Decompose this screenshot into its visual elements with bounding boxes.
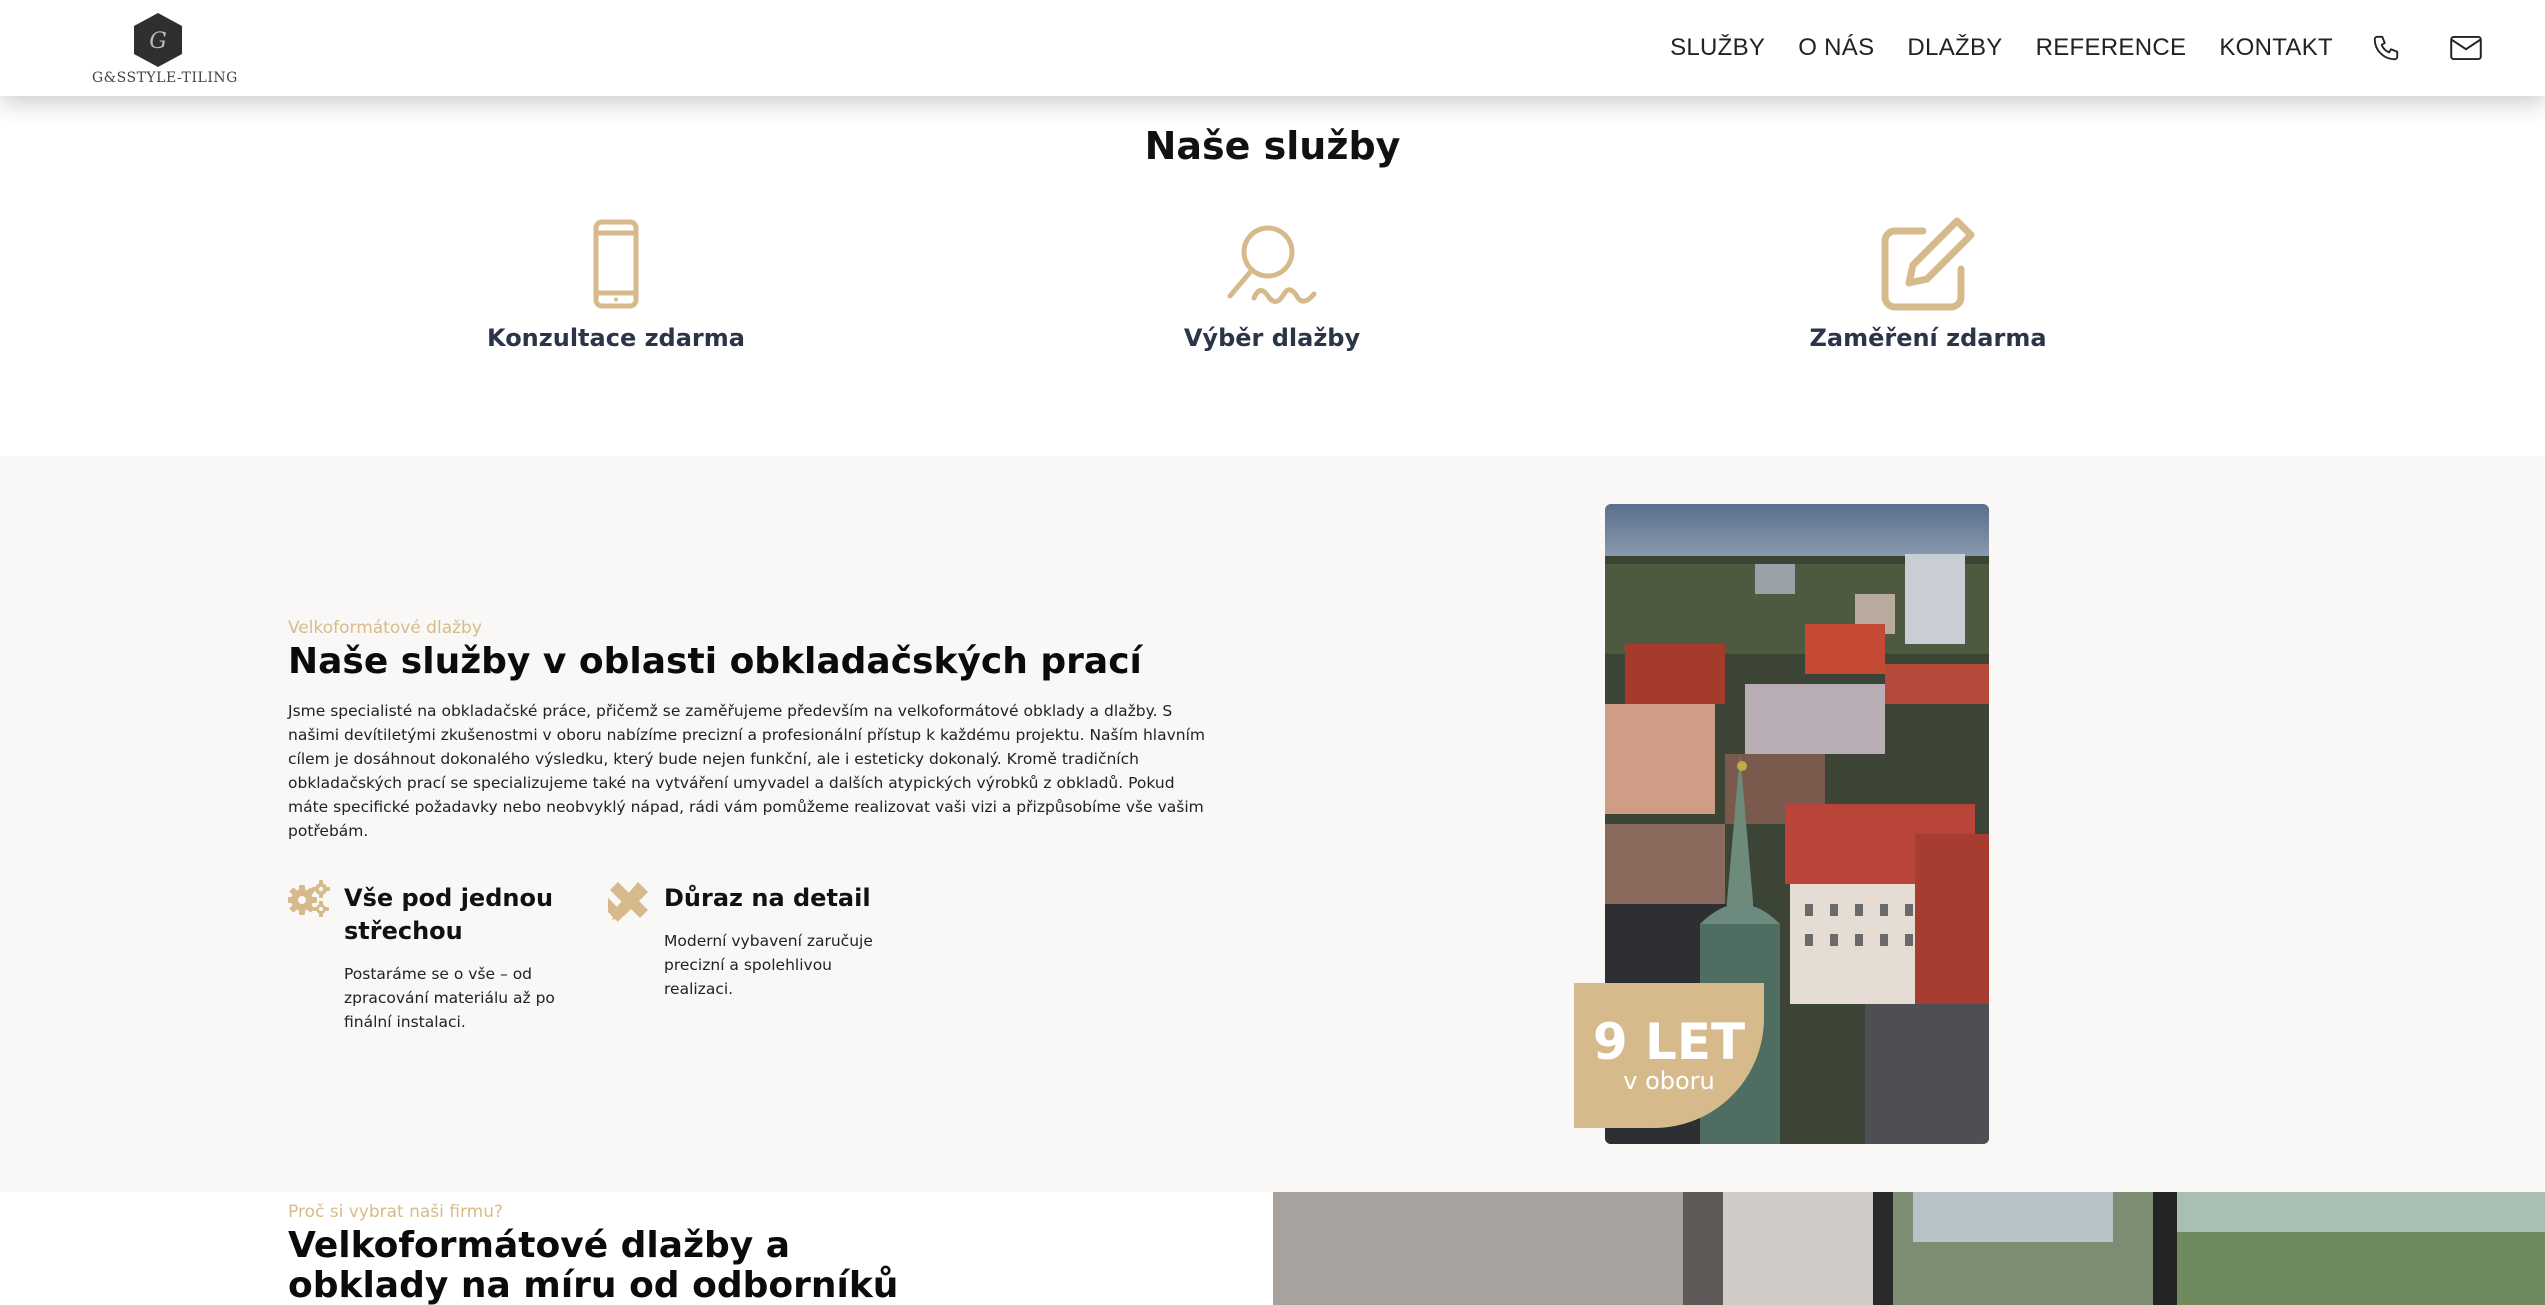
phone-icon[interactable] bbox=[2369, 31, 2403, 65]
gears-icon bbox=[287, 880, 330, 922]
badge-number: 9 LET bbox=[1592, 1013, 1746, 1071]
svg-text:G: G bbox=[149, 29, 167, 54]
feature-text: Moderní vybavení zaručuje precizní a spo… bbox=[664, 932, 873, 998]
service-vyber: Výběr dlažby bbox=[1072, 214, 1472, 352]
pencil-ruler-icon bbox=[592, 880, 650, 922]
why-title: Velkoformátové dlažby a obklady na míru … bbox=[288, 1225, 899, 1305]
feature-text: Postaráme se o vše – od zpracování mater… bbox=[344, 965, 555, 1031]
nav-item-reference[interactable]: REFERENCE bbox=[2036, 34, 2187, 62]
why-eyebrow: Proč si vybrat naši firmu? bbox=[288, 1202, 504, 1222]
about-eyebrow: Velkoformátové dlažby bbox=[288, 618, 482, 638]
service-label: Konzultace zdarma bbox=[487, 324, 745, 352]
smartphone-icon bbox=[416, 214, 816, 314]
service-konzultace: Konzultace zdarma bbox=[416, 214, 816, 352]
about-text: Jsme specialisté na obkladačské práce, p… bbox=[288, 702, 1205, 840]
interior-photo bbox=[1273, 1192, 2545, 1305]
nav-item-o-nas[interactable]: O NÁS bbox=[1798, 34, 1874, 62]
feature-title: Důraz na detail bbox=[664, 884, 871, 912]
feature-title: Vše pod jednou střechou bbox=[344, 884, 554, 945]
nav-item-kontakt[interactable]: KONTAKT bbox=[2219, 34, 2333, 62]
service-label: Výběr dlažby bbox=[1183, 324, 1361, 352]
service-label: Zaměření zdarma bbox=[1809, 324, 2047, 352]
nav-item-sluzby[interactable]: SLUŽBY bbox=[1670, 34, 1765, 62]
main-nav: SLUŽBY O NÁS DLAŽBY REFERENCE KONTAKT bbox=[1670, 0, 2545, 96]
logo-text: G&SSTYLE-TILING bbox=[92, 70, 238, 86]
about-title: Naše služby v oblasti obkladačských prac… bbox=[288, 641, 1142, 682]
mail-icon[interactable] bbox=[2449, 31, 2483, 65]
logo[interactable]: G G&SSTYLE-TILING bbox=[92, 12, 238, 88]
site-header: G G&SSTYLE-TILING SLUŽBY O NÁS DLAŽBY RE… bbox=[0, 0, 2545, 96]
nav-item-dlazby[interactable]: DLAŽBY bbox=[1907, 34, 2002, 62]
badge-subtitle: v oboru bbox=[1623, 1067, 1715, 1095]
service-zamereni: Zaměření zdarma bbox=[1728, 214, 2128, 352]
logo-mark-icon: G bbox=[134, 13, 182, 67]
services-title: Naše služby bbox=[1144, 124, 1401, 168]
search-icon bbox=[1072, 214, 1472, 314]
edit-icon bbox=[1728, 214, 2128, 314]
